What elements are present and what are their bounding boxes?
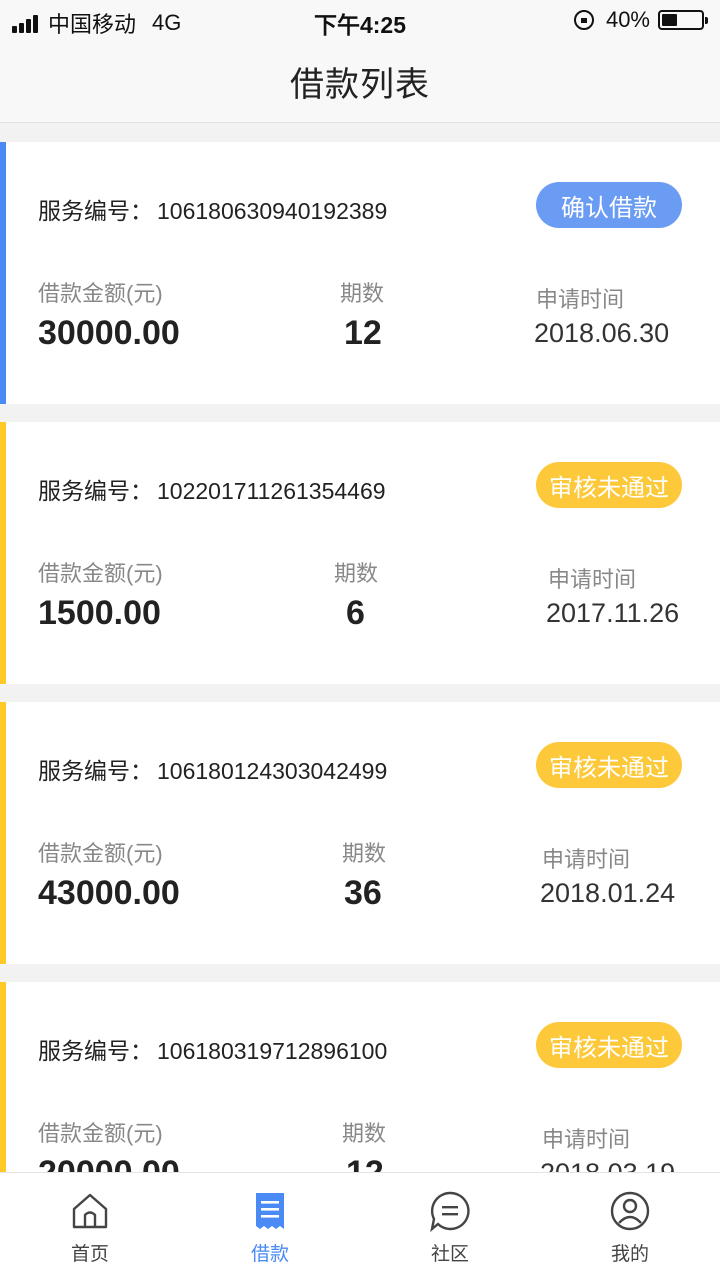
user-icon [610, 1191, 650, 1231]
apply-date: 2018.06.30 [534, 318, 670, 348]
battery-percent: 40% [605, 7, 650, 32]
tab-community[interactable]: 社区 [360, 1173, 540, 1280]
tab-mine-label: 我的 [610, 1244, 649, 1265]
periods-label: 期数 [342, 841, 387, 866]
status-bar: 中国移动 4G 下午4:25 40% [0, 0, 720, 40]
status-badge[interactable]: 审核未通过 [536, 742, 682, 788]
chat-icon [430, 1191, 470, 1233]
loan-card[interactable]: 服务编号： 106180124303042499 审核未通过 借款金额(元) 43… [0, 702, 720, 964]
amount-label: 借款金额(元) [38, 561, 163, 586]
amount-value: 30000.00 [38, 314, 180, 352]
amount-value: 1500.00 [38, 594, 161, 632]
tab-mine[interactable]: 我的 [540, 1173, 720, 1280]
tab-loan-label: 借款 [250, 1244, 289, 1265]
apply-time-label: 申请时间 [548, 567, 637, 592]
nav-bar: 借款列表 [0, 40, 720, 123]
apply-time-label: 申请时间 [542, 847, 631, 872]
service-number-label: 服务编号： [38, 1038, 153, 1064]
battery-icon [658, 10, 708, 30]
service-number-value: 106180124303042499 [157, 758, 388, 784]
periods-value: 12 [344, 314, 382, 352]
service-number: 服务编号： 106180124303042499 [38, 752, 387, 786]
service-number: 服务编号： 106180319712896100 [38, 1032, 387, 1066]
service-number: 服务编号： 102201711261354469 [38, 472, 386, 506]
rotation-lock-icon [573, 10, 594, 30]
service-number-label: 服务编号： [38, 198, 153, 224]
loan-list[interactable]: 服务编号： 106180630940192389 确认借款 借款金额(元) 300… [0, 142, 720, 1172]
apply-time-label: 申请时间 [542, 1127, 631, 1152]
tab-home-label: 首页 [70, 1244, 109, 1265]
tab-loan[interactable]: 借款 [180, 1173, 360, 1280]
periods-label: 期数 [334, 561, 379, 586]
service-number-value: 106180319712896100 [157, 1038, 388, 1064]
tab-community-label: 社区 [430, 1244, 469, 1265]
amount-label: 借款金额(元) [38, 281, 163, 306]
service-number-value: 106180630940192389 [157, 198, 388, 224]
amount-value: 20000.00 [38, 1154, 180, 1172]
service-number: 服务编号： 106180630940192389 [38, 192, 387, 226]
status-badge[interactable]: 审核未通过 [536, 1022, 682, 1068]
periods-value: 6 [346, 594, 365, 632]
amount-label: 借款金额(元) [38, 841, 163, 866]
loan-card[interactable]: 服务编号：106180319712896100 审核未通过 借款金额(元) 20… [0, 982, 720, 1172]
tab-bar: 首页 借款 社区 我的 [0, 1172, 720, 1280]
service-number-label: 服务编号： [38, 758, 153, 784]
loan-card[interactable]: 服务编号： 102201711261354469 审核未通过 借款金额(元) 15… [0, 422, 720, 684]
bill-icon [256, 1193, 284, 1229]
service-number-value: 102201711261354469 [157, 478, 386, 504]
amount-value: 43000.00 [38, 874, 180, 912]
periods-value: 12 [346, 1154, 384, 1172]
page-title: 借款列表 [290, 65, 430, 104]
status-badge[interactable]: 审核未通过 [536, 462, 682, 508]
apply-date: 2017.11.26 [546, 598, 680, 628]
periods-label: 期数 [340, 281, 385, 306]
periods-value: 36 [344, 874, 382, 912]
apply-date: 2018.01.24 [540, 878, 676, 908]
confirm-loan-button[interactable]: 确认借款 [536, 182, 682, 228]
periods-label: 期数 [342, 1121, 387, 1146]
amount-label: 借款金额(元) [38, 1121, 163, 1146]
tab-home[interactable]: 首页 [0, 1173, 180, 1280]
service-number-label: 服务编号： [38, 478, 153, 504]
home-icon [72, 1193, 108, 1229]
apply-date: 2018.03.19 [540, 1158, 675, 1172]
loan-card[interactable]: 服务编号： 106180630940192389 确认借款 借款金额(元) 300… [0, 142, 720, 404]
apply-time-label: 申请时间 [536, 287, 625, 312]
